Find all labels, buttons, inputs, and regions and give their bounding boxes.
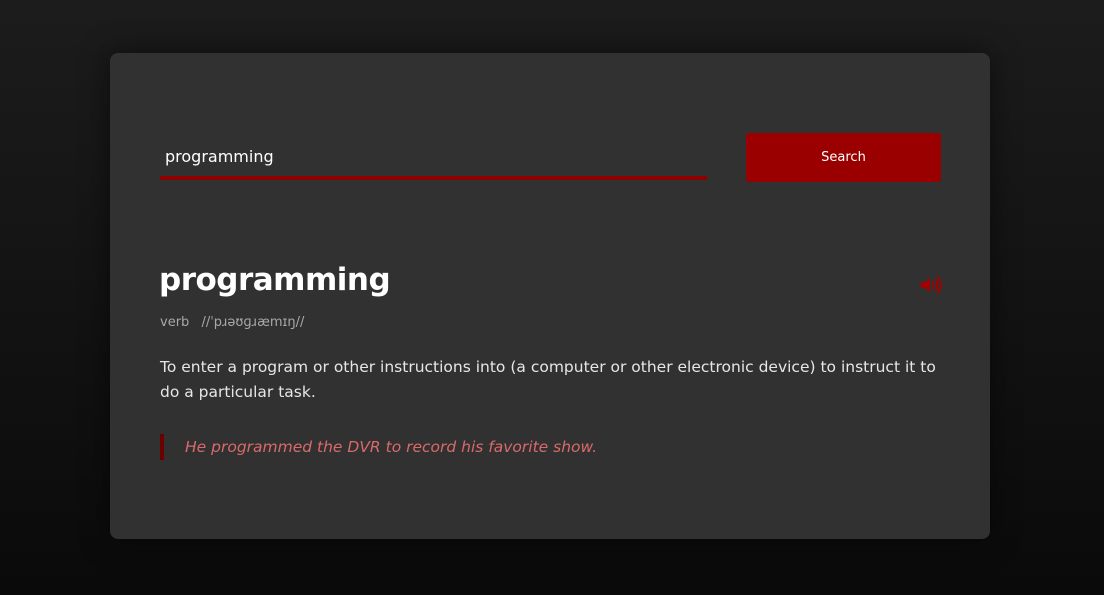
dictionary-card: Search programming verb //ˈpɹəʊɡɹæmɪŋ// … [110, 53, 990, 539]
search-input[interactable] [160, 137, 707, 180]
word-title: programming [159, 262, 391, 298]
speaker-icon[interactable] [919, 274, 943, 296]
part-of-speech: verb [160, 315, 190, 330]
word-meta: verb //ˈpɹəʊɡɹæmɪŋ// [160, 315, 304, 330]
definition: To enter a program or other instructions… [160, 358, 936, 401]
example-quote: He programmed the DVR to record his favo… [160, 434, 597, 460]
search-button[interactable]: Search [746, 133, 941, 182]
phonetic: //ˈpɹəʊɡɹæmɪŋ// [201, 315, 305, 330]
